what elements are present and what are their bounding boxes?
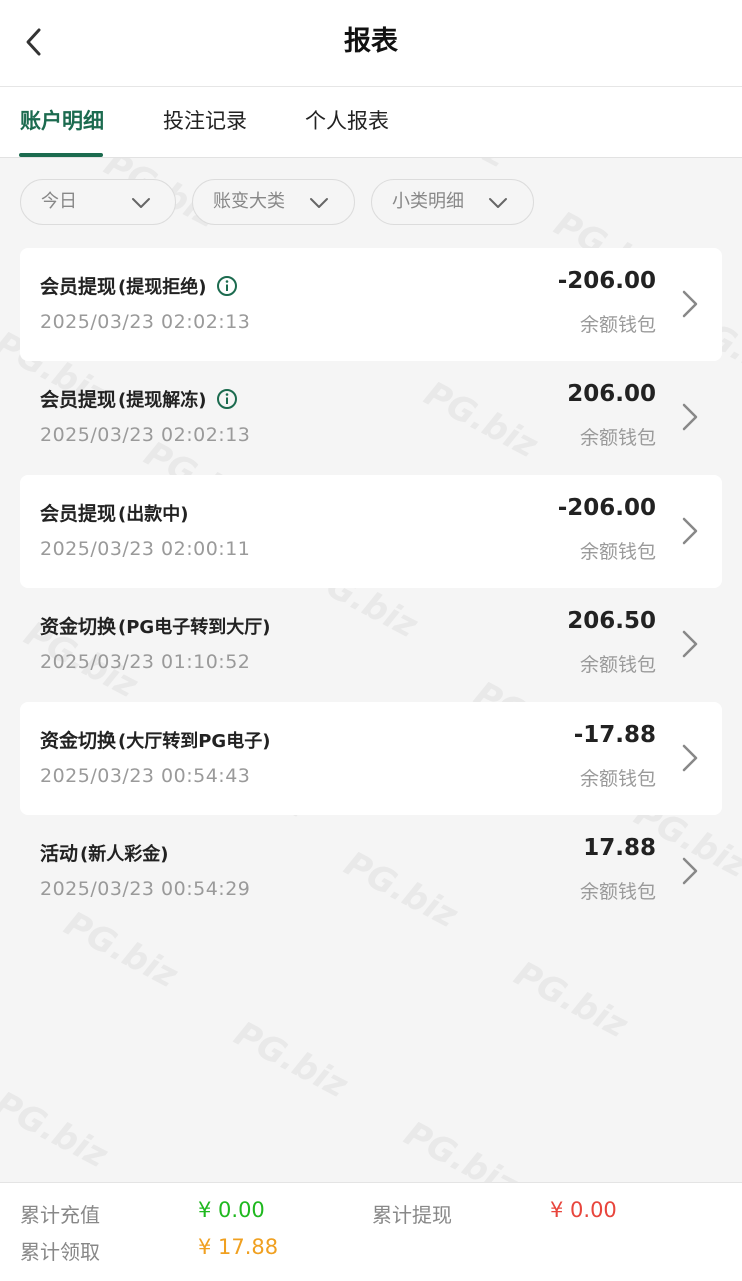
record-subtitle: (PG电子转到大厅) xyxy=(118,616,271,638)
record-subtitle: (出款中) xyxy=(118,503,189,525)
watermark: PG.biz xyxy=(507,953,634,1047)
withdraw-total-label: 累计提现 xyxy=(372,1203,452,1227)
summary-footer: 累计充值 ¥ 0.00 累计提现 ¥ 0.00 累计领取 ¥ 17.88 xyxy=(0,1182,742,1281)
withdraw-total-value: ¥ 0.00 xyxy=(550,1198,617,1222)
record-wallet: 余额钱包 xyxy=(579,881,656,903)
record-title: 资金切换 xyxy=(40,616,117,638)
list-item[interactable]: 会员提现 (提现拒绝) 2025/03/23 02:02:13 -206.00 余… xyxy=(20,248,722,361)
recharge-total-value: ¥ 0.00 xyxy=(198,1198,265,1222)
chevron-right-icon xyxy=(682,290,698,318)
chevron-right-icon xyxy=(682,630,698,658)
recharge-total-label: 累计充值 xyxy=(20,1203,100,1227)
record-subtitle: (提现拒绝) xyxy=(118,276,207,298)
filter-label: 账变大类 xyxy=(213,191,285,212)
record-title: 活动 xyxy=(40,843,79,865)
list-item[interactable]: 资金切换 (PG电子转到大厅) 2025/03/23 01:10:52 206.5… xyxy=(20,588,722,701)
record-subtitle: (提现解冻) xyxy=(118,389,207,411)
record-title: 会员提现 xyxy=(40,389,117,411)
record-title: 资金切换 xyxy=(40,730,117,752)
chevron-right-icon xyxy=(682,403,698,431)
list-item[interactable]: 会员提现 (出款中) 2025/03/23 02:00:11 -206.00 余额… xyxy=(20,475,722,588)
record-wallet: 余额钱包 xyxy=(579,541,656,563)
record-amount: -206.00 xyxy=(557,495,656,521)
record-amount: 17.88 xyxy=(583,835,656,861)
info-icon[interactable] xyxy=(216,275,238,297)
page-title: 报表 xyxy=(344,26,398,57)
chevron-down-icon xyxy=(310,198,328,208)
chevron-down-icon xyxy=(489,198,507,208)
chevron-right-icon xyxy=(682,517,698,545)
record-subtitle: (新人彩金) xyxy=(80,843,169,865)
record-date: 2025/03/23 01:10:52 xyxy=(40,651,251,673)
record-date: 2025/03/23 02:00:11 xyxy=(40,538,251,560)
chevron-right-icon xyxy=(682,744,698,772)
watermark: PG.biz xyxy=(227,1013,354,1107)
record-amount: 206.00 xyxy=(567,381,656,407)
record-amount: 206.50 xyxy=(567,608,656,634)
date-filter-dropdown[interactable]: 今日 xyxy=(20,179,176,225)
claim-total-label: 累计领取 xyxy=(20,1240,100,1264)
category-filter-dropdown[interactable]: 账变大类 xyxy=(192,179,355,225)
subcategory-filter-dropdown[interactable]: 小类明细 xyxy=(371,179,534,225)
watermark: PG.biz xyxy=(0,1083,114,1177)
top-bar: 报表 xyxy=(0,0,742,87)
record-amount: -206.00 xyxy=(557,268,656,294)
list-item[interactable]: 会员提现 (提现解冻) 2025/03/23 02:02:13 206.00 余额… xyxy=(20,361,722,474)
record-title: 会员提现 xyxy=(40,276,117,298)
chevron-down-icon xyxy=(132,198,150,208)
chevron-right-icon xyxy=(682,857,698,885)
filter-label: 小类明细 xyxy=(392,191,464,212)
active-tab-indicator xyxy=(19,153,103,157)
record-wallet: 余额钱包 xyxy=(579,314,656,336)
record-amount: -17.88 xyxy=(573,722,656,748)
record-title: 会员提现 xyxy=(40,503,117,525)
record-wallet: 余额钱包 xyxy=(579,427,656,449)
info-icon[interactable] xyxy=(216,388,238,410)
record-wallet: 余额钱包 xyxy=(579,768,656,790)
tab-personal-report[interactable]: 个人报表 xyxy=(305,87,389,157)
tab-account-details[interactable]: 账户明细 xyxy=(20,87,104,157)
record-wallet: 余额钱包 xyxy=(579,654,656,676)
tab-bar: 账户明细 投注记录 个人报表 xyxy=(0,87,742,158)
filter-label: 今日 xyxy=(41,191,77,212)
record-subtitle: (大厅转到PG电子) xyxy=(118,730,271,752)
list-item[interactable]: 活动 (新人彩金) 2025/03/23 00:54:29 17.88 余额钱包 xyxy=(20,815,722,928)
record-date: 2025/03/23 02:02:13 xyxy=(40,311,251,333)
record-date: 2025/03/23 00:54:43 xyxy=(40,765,251,787)
claim-total-value: ¥ 17.88 xyxy=(198,1235,279,1259)
list-item[interactable]: 资金切换 (大厅转到PG电子) 2025/03/23 00:54:43 -17.8… xyxy=(20,702,722,815)
record-date: 2025/03/23 02:02:13 xyxy=(40,424,251,446)
tab-bet-records[interactable]: 投注记录 xyxy=(163,87,247,157)
record-date: 2025/03/23 00:54:29 xyxy=(40,878,251,900)
